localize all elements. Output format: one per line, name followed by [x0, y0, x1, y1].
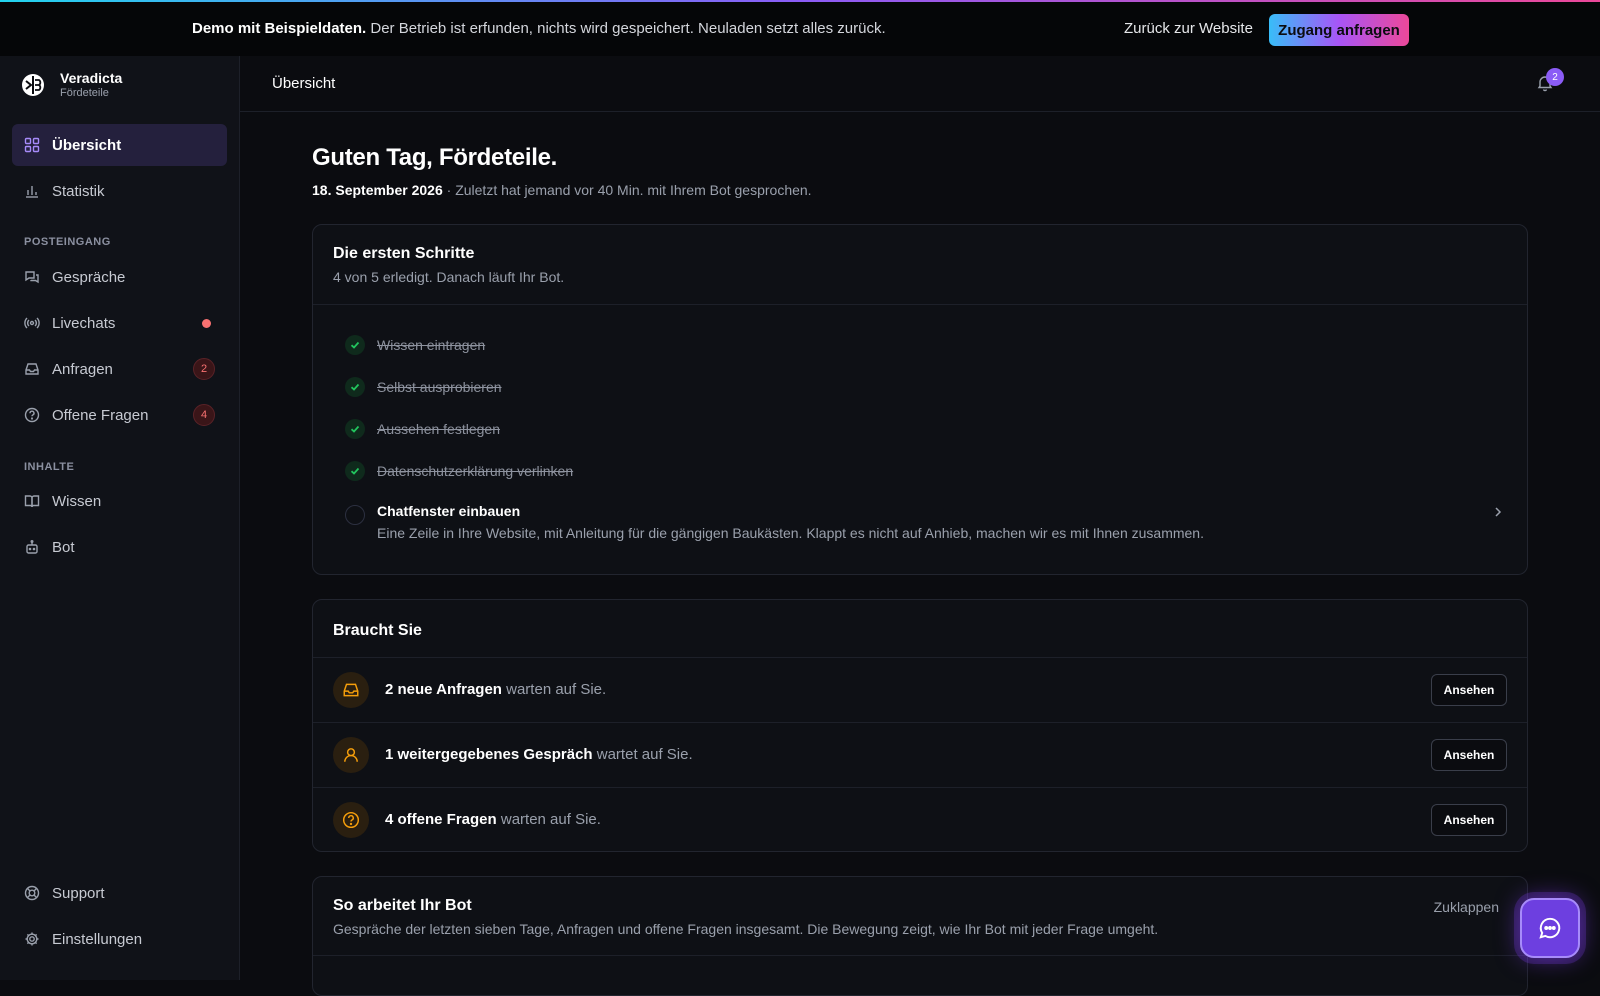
- request-access-button[interactable]: Zugang anfragen: [1269, 14, 1409, 46]
- sidebar-item-bot[interactable]: Bot: [12, 526, 227, 568]
- live-indicator-dot: [202, 318, 211, 328]
- sidebar-item-label: Livechats: [52, 314, 116, 332]
- current-date: 18. September 2026: [312, 182, 443, 198]
- need-text: 1 weitergegebenes Gespräch wartet auf Si…: [385, 746, 693, 763]
- step-item-done[interactable]: Selbst ausprobieren: [345, 377, 502, 397]
- step-item-done[interactable]: Datenschutzerklärung verlinken: [345, 461, 573, 481]
- book-open-icon: [24, 495, 40, 508]
- sidebar-item-support[interactable]: Support: [12, 872, 227, 914]
- main-topbar: Übersicht 2: [240, 56, 1600, 112]
- chat-bubble-icon: [1539, 917, 1561, 939]
- sidebar-item-overview[interactable]: Übersicht: [12, 124, 227, 166]
- sidebar-item-label: Support: [52, 884, 105, 902]
- bot-performance-title: So arbeitet Ihr Bot: [333, 897, 472, 914]
- sidebar-item-label: Gespräche: [52, 268, 126, 286]
- sidebar: Veradicta Fördeteile Übersicht Statistik…: [0, 56, 240, 980]
- sidebar-item-label: Wissen: [52, 492, 102, 510]
- brand-name: Veradicta: [60, 70, 123, 86]
- sidebar-item-label: Übersicht: [52, 136, 122, 154]
- grid-icon: [24, 137, 40, 153]
- need-text: 2 neue Anfragen warten auf Sie.: [385, 681, 607, 698]
- brand[interactable]: Veradicta Fördeteile: [20, 70, 122, 100]
- requests-count-badge: 2: [193, 358, 215, 380]
- open-step-description: Eine Zeile in Ihre Website, mit Anleitun…: [377, 525, 1204, 541]
- brand-logo-icon: [22, 74, 44, 96]
- first-steps-card: Die ersten Schritte 4 von 5 erledigt. Da…: [312, 224, 1528, 575]
- user-icon: [333, 737, 369, 773]
- sidebar-item-label: Anfragen: [52, 360, 113, 378]
- step-item-done[interactable]: Aussehen festlegen: [345, 419, 500, 439]
- sidebar-item-settings[interactable]: Einstellungen: [12, 918, 227, 960]
- last-activity-text: · Zuletzt hat jemand vor 40 Min. mit Ihr…: [442, 182, 812, 198]
- open-step-title: Chatfenster einbauen: [377, 503, 521, 519]
- sidebar-item-requests[interactable]: Anfragen 2: [12, 348, 227, 390]
- lifebuoy-icon: [24, 885, 40, 901]
- page-title: Übersicht: [272, 75, 336, 92]
- robot-icon: [26, 540, 38, 554]
- view-open-questions-button[interactable]: Ansehen: [1431, 804, 1507, 836]
- greeting-subline: 18. September 2026 · Zuletzt hat jemand …: [312, 182, 812, 198]
- brand-subtitle: Fördeteile: [60, 87, 109, 99]
- step-label: Wissen eintragen: [377, 337, 486, 353]
- need-row-handover: 1 weitergegebenes Gespräch wartet auf Si…: [313, 722, 1527, 786]
- back-to-website-link[interactable]: Zurück zur Website: [1124, 20, 1253, 37]
- first-steps-title: Die ersten Schritte: [333, 245, 475, 262]
- sidebar-section-content: INHALTE: [24, 461, 75, 473]
- sidebar-item-statistics[interactable]: Statistik: [12, 170, 227, 212]
- empty-circle-icon: [345, 505, 365, 525]
- sidebar-item-label: Statistik: [52, 182, 105, 200]
- demo-banner-text: Demo mit Beispieldaten. Der Betrieb ist …: [192, 20, 886, 37]
- inbox-icon: [25, 363, 39, 375]
- needs-you-card: Braucht Sie 2 neue Anfragen warten auf S…: [312, 599, 1528, 852]
- gear-icon: [25, 932, 39, 946]
- bot-performance-description: Gespräche der letzten sieben Tage, Anfra…: [333, 921, 1159, 937]
- bar-chart-icon: [26, 186, 38, 198]
- check-icon: [345, 461, 365, 481]
- check-icon: [345, 377, 365, 397]
- question-circle-icon: [333, 802, 369, 838]
- broadcast-icon: [24, 317, 40, 329]
- sidebar-item-livechats[interactable]: Livechats: [12, 302, 227, 344]
- chat-bubbles-icon: [25, 271, 39, 284]
- demo-banner: Demo mit Beispieldaten. Der Betrieb ist …: [0, 0, 1600, 56]
- inbox-icon: [333, 672, 369, 708]
- sidebar-item-label: Einstellungen: [52, 930, 143, 948]
- open-questions-count-badge: 4: [193, 404, 215, 426]
- first-steps-progress: 4 von 5 erledigt. Danach läuft Ihr Bot.: [333, 269, 565, 285]
- sidebar-item-label: Bot: [52, 538, 75, 556]
- sidebar-section-inbox: POSTEINGANG: [24, 236, 111, 248]
- chat-launcher-button[interactable]: [1520, 898, 1580, 958]
- sidebar-item-open-questions[interactable]: Offene Fragen 4: [12, 394, 227, 436]
- greeting-heading: Guten Tag, Fördeteile.: [312, 144, 557, 171]
- bot-performance-card: So arbeitet Ihr Bot Gespräche der letzte…: [312, 876, 1528, 996]
- question-circle-icon: [24, 407, 40, 423]
- sidebar-item-label: Offene Fragen: [52, 406, 149, 424]
- sidebar-item-knowledge[interactable]: Wissen: [12, 480, 227, 522]
- view-requests-button[interactable]: Ansehen: [1431, 674, 1507, 706]
- check-icon: [345, 335, 365, 355]
- notification-count-badge: 2: [1546, 68, 1564, 86]
- step-label: Aussehen festlegen: [377, 421, 500, 437]
- need-row-requests: 2 neue Anfragen warten auf Sie. Ansehen: [313, 657, 1527, 721]
- need-row-open-questions: 4 offene Fragen warten auf Sie. Ansehen: [313, 787, 1527, 851]
- sidebar-item-conversations[interactable]: Gespräche: [12, 256, 227, 298]
- view-handover-button[interactable]: Ansehen: [1431, 739, 1507, 771]
- chevron-right-icon: [1495, 507, 1502, 517]
- step-label: Datenschutzerklärung verlinken: [377, 463, 574, 479]
- step-item-open[interactable]: Chatfenster einbauen Eine Zeile in Ihre …: [345, 503, 1505, 553]
- check-icon: [345, 419, 365, 439]
- step-label: Selbst ausprobieren: [377, 379, 502, 395]
- step-item-done[interactable]: Wissen eintragen: [345, 335, 485, 355]
- need-text: 4 offene Fragen warten auf Sie.: [385, 811, 601, 828]
- needs-you-title: Braucht Sie: [333, 622, 422, 639]
- collapse-button[interactable]: Zuklappen: [1434, 899, 1499, 915]
